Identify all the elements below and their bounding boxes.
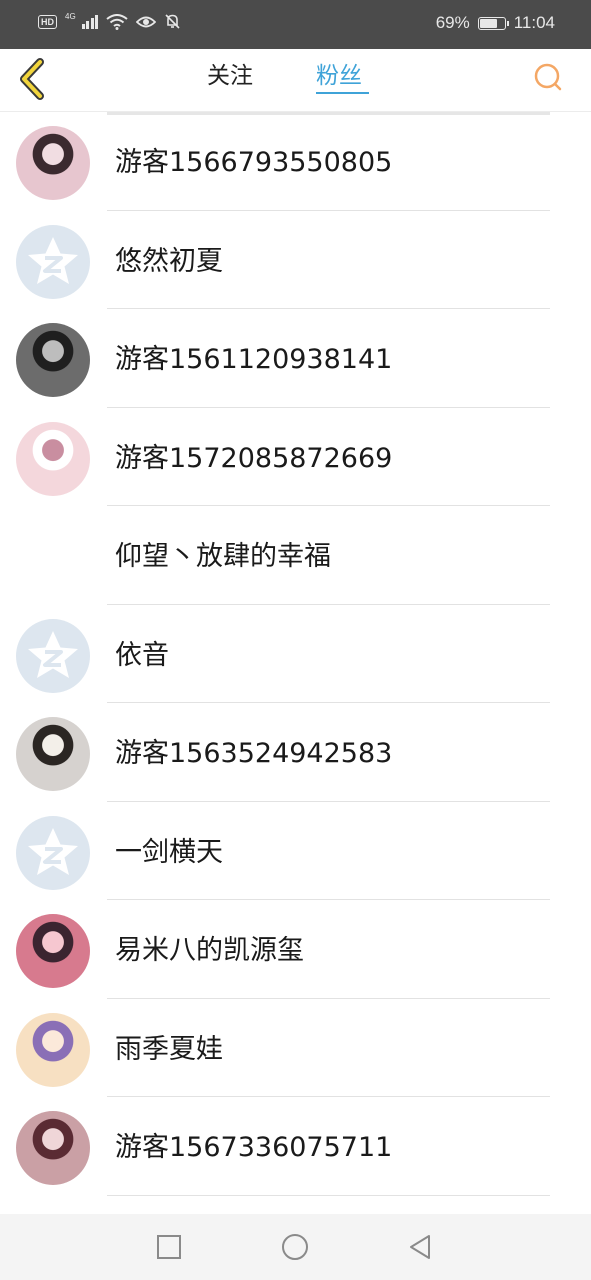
search-icon: [534, 63, 562, 91]
clock: 11:04: [513, 13, 555, 32]
tab-fans[interactable]: 粉丝: [316, 61, 362, 91]
avatar: [16, 1012, 90, 1087]
row-divider: [107, 1194, 550, 1196]
battery-icon: [477, 16, 509, 30]
tab-follow[interactable]: 关注: [207, 61, 253, 91]
fan-list-item[interactable]: 游客1561120938141: [0, 309, 591, 408]
chevron-left-icon: [20, 58, 44, 100]
fan-name: 游客1563524942583: [115, 738, 393, 769]
status-right: 69% 11:04: [436, 13, 555, 33]
star-icon: [28, 827, 78, 875]
fan-list-item[interactable]: 依音: [0, 605, 591, 703]
search-button[interactable]: [531, 61, 565, 95]
fan-list-item[interactable]: 游客1567336075711: [0, 1097, 591, 1196]
battery-tip: [506, 20, 509, 26]
fan-list-item[interactable]: 易米八的凯源玺: [0, 900, 591, 999]
mute-bell-icon: [165, 14, 180, 29]
triangle-back-icon: [410, 1235, 430, 1259]
fan-name: 仰望丶放肆的幸福: [115, 541, 331, 572]
home-button[interactable]: [280, 1232, 310, 1262]
fan-name: 依音: [115, 639, 169, 671]
status-left: HD 4G: [38, 12, 181, 30]
wifi-icon: [106, 13, 128, 30]
fan-list-item[interactable]: 仰望丶放肆的幸福: [0, 506, 591, 605]
fan-list-item[interactable]: 游客1566793550805: [0, 112, 591, 211]
avatar: [16, 421, 90, 496]
star-icon: [28, 236, 78, 284]
signal-icon: [81, 14, 99, 29]
eye-icon: [136, 16, 157, 27]
battery-fill: [479, 18, 497, 28]
fan-list-item[interactable]: 游客1572085872669: [0, 408, 591, 506]
fan-list-item[interactable]: 雨季夏娃: [0, 999, 591, 1097]
default-avatar-icon: [16, 224, 90, 299]
fan-list[interactable]: 游客1566793550805 悠然初夏游客1561120938141 游客1572…: [0, 112, 591, 1214]
fan-name: 游客1572085872669: [115, 442, 393, 474]
avatar: [16, 717, 90, 791]
fan-name: 游客1561120938141: [115, 344, 393, 375]
system-back-button[interactable]: [405, 1232, 435, 1262]
fan-name: 悠然初夏: [115, 245, 223, 277]
recents-button[interactable]: [154, 1232, 184, 1262]
battery-percent: 69%: [435, 13, 470, 32]
square-icon: [157, 1235, 181, 1259]
fan-list-item[interactable]: 游客1563524942583: [0, 703, 591, 802]
avatar: [16, 1111, 90, 1185]
fan-name: 雨季夏娃: [115, 1033, 223, 1065]
default-avatar-icon: [16, 618, 90, 693]
system-nav-bar: [0, 1214, 591, 1280]
header: 关注 粉丝: [0, 49, 591, 112]
star-icon: [28, 630, 78, 678]
default-avatar-icon: [16, 815, 90, 890]
fan-name: 游客1567336075711: [115, 1132, 393, 1163]
avatar: [16, 914, 90, 988]
status-bar: HD 4G 69% 11:04: [0, 0, 591, 49]
fan-list-item[interactable]: 悠然初夏: [0, 211, 591, 309]
fan-list-item[interactable]: 一剑横天: [0, 802, 591, 900]
network-type-label: 4G: [65, 12, 76, 21]
avatar: [16, 323, 90, 397]
fan-name: 易米八的凯源玺: [115, 935, 304, 966]
active-tab-indicator: [316, 92, 369, 94]
hd-icon: HD: [38, 14, 57, 29]
fan-name: 游客1566793550805: [115, 147, 393, 178]
avatar: [16, 126, 90, 200]
fan-name: 一剑横天: [115, 836, 223, 868]
circle-icon: [282, 1234, 308, 1260]
back-button[interactable]: [14, 57, 54, 101]
